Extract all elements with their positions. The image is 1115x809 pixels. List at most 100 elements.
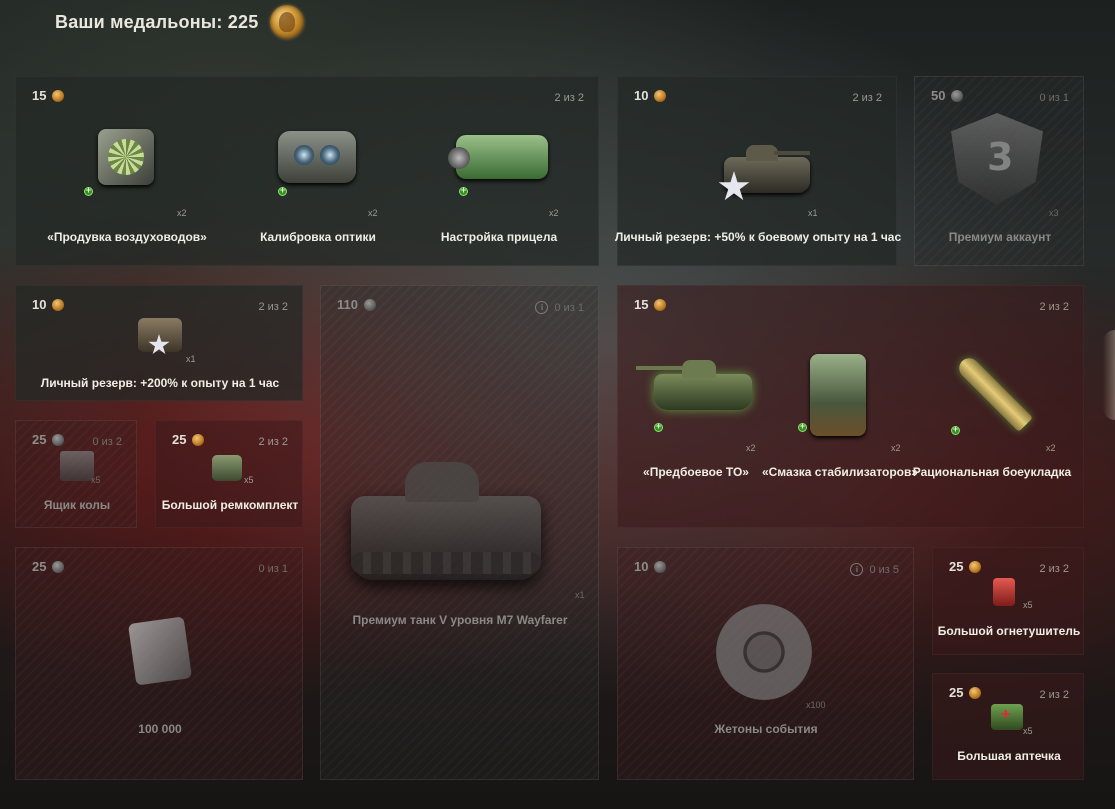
pre-battle-maintenance-icon bbox=[636, 360, 752, 410]
item-label: Ящик колы bbox=[43, 498, 111, 512]
item-quantity: x2 bbox=[746, 443, 756, 453]
item-quantity: x3 bbox=[1049, 208, 1059, 218]
item-quantity: x5 bbox=[91, 475, 101, 485]
medallion-coin-icon bbox=[52, 560, 65, 573]
item-quantity: x5 bbox=[244, 475, 254, 485]
item-quantity: x2 bbox=[891, 443, 901, 453]
medallion-coin-icon bbox=[654, 89, 667, 102]
info-icon[interactable]: i bbox=[850, 563, 864, 576]
medallion-coin-icon bbox=[969, 686, 982, 699]
offer-card-cola-box[interactable]: 25 0 из 2 x5 Ящик колы bbox=[15, 420, 137, 528]
plus-icon bbox=[798, 421, 807, 432]
medallion-coin-icon bbox=[969, 560, 982, 573]
offer-card-reserve-50[interactable]: 10 2 из 2 x1 Личный резерв: +50% к боево… bbox=[615, 76, 901, 266]
price: 10 bbox=[32, 297, 65, 312]
purchase-limit: 2 из 2 bbox=[1039, 689, 1069, 701]
purchase-limit: 2 из 2 bbox=[1039, 563, 1069, 575]
air-ducts-icon bbox=[98, 129, 154, 185]
purchase-limit: i0 из 1 bbox=[535, 301, 584, 314]
item-quantity: x1 bbox=[808, 208, 818, 218]
item-label: 100 000 bbox=[138, 722, 182, 736]
offer-card-premium-tank[interactable]: 110 i0 из 1 x1 Премиум танк V уровня M7 … bbox=[320, 285, 599, 780]
medallion-coin-icon bbox=[654, 298, 667, 311]
purchase-limit: 2 из 2 bbox=[554, 92, 584, 104]
price: 25 bbox=[172, 432, 205, 447]
item-label: «Продувка воздуховодов» bbox=[47, 230, 207, 244]
aiming-motor-icon bbox=[448, 135, 548, 179]
item-label: Калибровка оптики bbox=[260, 230, 376, 244]
premium-tank-icon bbox=[351, 462, 541, 580]
price: 50 bbox=[931, 88, 964, 103]
plus-icon bbox=[951, 424, 960, 435]
repair-kit-icon bbox=[212, 455, 242, 481]
price: 15 bbox=[32, 88, 65, 103]
item-label: «Предбоевое ТО» bbox=[643, 465, 749, 479]
medallion-coin-icon bbox=[52, 433, 65, 446]
medallion-coin-icon bbox=[951, 89, 964, 102]
price: 25 bbox=[32, 559, 65, 574]
item-label: Личный резерв: +200% к опыту на 1 час bbox=[40, 376, 280, 390]
item-label: Личный резерв: +50% к боевому опыту на 1… bbox=[614, 230, 902, 244]
offer-card-repair-kit[interactable]: 25 2 из 2 x5 Большой ремкомплект bbox=[155, 420, 303, 528]
header: Ваши медальоны: 225 bbox=[55, 4, 305, 40]
item-quantity: x1 bbox=[186, 354, 196, 364]
background-decoration bbox=[1103, 330, 1115, 420]
offer-card-medkit[interactable]: 25 2 из 2 x5 Большая аптечка bbox=[932, 673, 1084, 780]
purchase-limit: 2 из 2 bbox=[852, 92, 882, 104]
purchase-limit: 0 из 1 bbox=[258, 563, 288, 575]
optics-icon bbox=[278, 131, 356, 183]
purchase-limit: 2 из 2 bbox=[258, 301, 288, 313]
offer-card-equipment-2[interactable]: 15 2 из 2 x2 «Предбоевое ТО» x2 «Смазка … bbox=[617, 285, 1084, 528]
offer-card-fire-extinguisher[interactable]: 25 2 из 2 x5 Большой огнетушитель bbox=[932, 547, 1084, 655]
purchase-limit: i0 из 5 bbox=[850, 563, 899, 576]
price: 110 bbox=[337, 297, 376, 312]
purchase-limit: 2 из 2 bbox=[1039, 301, 1069, 313]
item-label: Большая аптечка bbox=[957, 749, 1061, 763]
item-quantity: x5 bbox=[1023, 600, 1033, 610]
price: 25 bbox=[949, 559, 982, 574]
item-quantity: x1 bbox=[575, 590, 585, 600]
price: 15 bbox=[634, 297, 667, 312]
item-quantity: x2 bbox=[549, 208, 559, 218]
offer-card-equipment-1[interactable]: 15 2 из 2 x2 «Продувка воздуховодов» x2 … bbox=[15, 76, 599, 266]
offer-card-reserve-200[interactable]: 10 2 из 2 x1 Личный резерв: +200% к опыт… bbox=[15, 285, 303, 401]
plus-icon bbox=[654, 421, 663, 432]
item-quantity: x5 bbox=[1023, 726, 1033, 736]
offer-card-silver[interactable]: 25 0 из 1 100 000 bbox=[15, 547, 303, 780]
plus-icon bbox=[459, 185, 468, 196]
medallion-coin-icon bbox=[192, 433, 205, 446]
cola-box-icon bbox=[60, 451, 94, 481]
medallion-icon bbox=[270, 5, 305, 39]
medallion-coin-icon bbox=[363, 298, 376, 311]
purchase-limit: 2 из 2 bbox=[258, 436, 288, 448]
price: 25 bbox=[32, 432, 65, 447]
fire-extinguisher-icon bbox=[993, 578, 1015, 606]
item-quantity: x2 bbox=[1046, 443, 1056, 453]
item-label: Большой огнетушитель bbox=[937, 624, 1081, 638]
item-label: «Смазка стабилизаторов» bbox=[761, 465, 919, 479]
offer-card-event-tokens[interactable]: 10 i0 из 5 x100 Жетоны события bbox=[617, 547, 914, 780]
info-icon[interactable]: i bbox=[535, 301, 549, 314]
medallion-balance: Ваши медальоны: 225 bbox=[55, 11, 259, 32]
item-quantity: x2 bbox=[177, 208, 187, 218]
premium-emblem-icon: 3 bbox=[951, 113, 1043, 205]
purchase-limit: 0 из 1 bbox=[1039, 92, 1069, 104]
ammo-rack-icon bbox=[955, 354, 1033, 432]
item-label: Жетоны события bbox=[714, 722, 818, 736]
first-aid-kit-icon bbox=[991, 704, 1023, 730]
price: 25 bbox=[949, 685, 982, 700]
item-quantity: x2 bbox=[368, 208, 378, 218]
item-label: Премиум аккаунт bbox=[948, 230, 1052, 244]
item-label: Большой ремкомплект bbox=[161, 498, 299, 512]
offer-card-premium-account[interactable]: 50 0 из 1 3 x3 Премиум аккаунт bbox=[914, 76, 1084, 266]
medallion-coin-icon bbox=[654, 560, 667, 573]
item-label: Рациональная боеукладка bbox=[912, 465, 1072, 479]
medallion-coin-icon bbox=[52, 298, 65, 311]
price: 10 bbox=[634, 88, 667, 103]
purchase-limit: 0 из 2 bbox=[92, 436, 122, 448]
silver-ingots-icon bbox=[127, 616, 193, 686]
plus-icon bbox=[84, 185, 93, 196]
item-label: Премиум танк V уровня M7 Wayfarer bbox=[352, 613, 568, 627]
stabilizer-lubrication-icon bbox=[810, 354, 866, 436]
medallion-coin-icon bbox=[52, 89, 65, 102]
